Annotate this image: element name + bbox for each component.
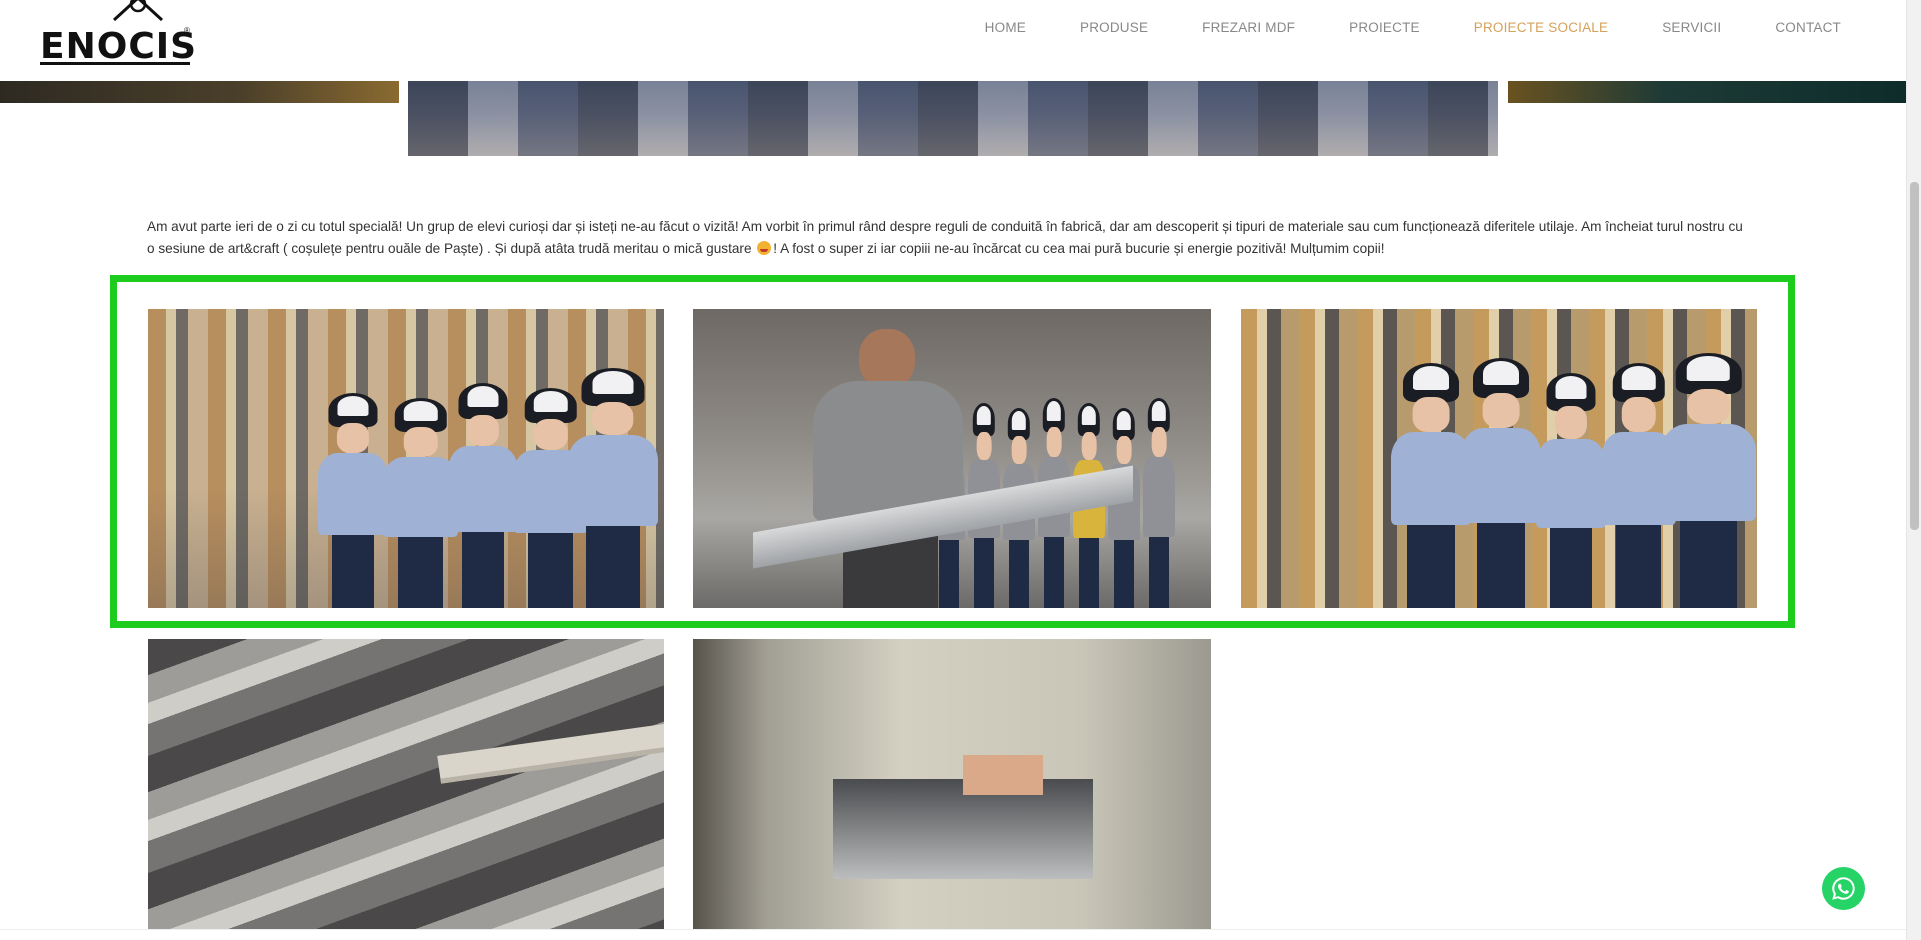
scrollbar-thumb[interactable] xyxy=(1910,182,1919,530)
carousel-current-image[interactable] xyxy=(408,81,1498,156)
gallery-photo-5[interactable] xyxy=(693,639,1211,930)
photo-figure xyxy=(318,393,388,608)
photo-figure xyxy=(1391,363,1471,608)
photo-figure xyxy=(448,383,518,608)
gallery-photo-1[interactable] xyxy=(148,309,664,608)
nav-produse[interactable]: PRODUSE xyxy=(1053,20,1175,36)
enocis-logo[interactable]: ENOCIS ® xyxy=(38,0,196,68)
page: ENOCIS ® HOME PRODUSE FREZARI MDF PROIEC… xyxy=(0,0,1921,940)
photo-figure xyxy=(383,398,458,608)
description-text-part-2: ! A fost o super zi iar copiii ne-au înc… xyxy=(773,241,1385,256)
logo-roof-icon xyxy=(112,0,164,22)
photo-figure xyxy=(1461,358,1541,608)
carousel-next-image[interactable] xyxy=(1508,81,1906,103)
photo-figure xyxy=(1661,353,1756,608)
carousel-prev-image[interactable] xyxy=(0,81,399,103)
whatsapp-icon xyxy=(1832,877,1855,900)
photo-panel-board xyxy=(437,722,664,784)
nav-home[interactable]: HOME xyxy=(958,20,1053,36)
nav-frezari-mdf[interactable]: FREZARI MDF xyxy=(1175,20,1322,36)
gallery-photo-4[interactable] xyxy=(148,639,664,930)
project-description: Am avut parte ieri de o zi cu totul spec… xyxy=(147,216,1747,260)
logo-registered-mark: ® xyxy=(184,26,190,35)
logo-text: ENOCIS xyxy=(40,26,198,67)
photo-figure xyxy=(568,368,658,608)
whatsapp-chat-button[interactable] xyxy=(1822,867,1865,910)
photo-cnc-machine xyxy=(833,755,1093,879)
nav-servicii[interactable]: SERVICII xyxy=(1635,20,1748,36)
nav-proiecte-sociale[interactable]: PROIECTE SOCIALE xyxy=(1447,20,1635,36)
photo-worker-figure xyxy=(813,329,963,608)
gallery-photo-2[interactable] xyxy=(693,309,1211,608)
main-navigation: HOME PRODUSE FREZARI MDF PROIECTE PROIEC… xyxy=(958,20,1841,36)
gallery-photo-3[interactable] xyxy=(1241,309,1757,608)
vertical-scrollbar[interactable] xyxy=(1906,0,1921,940)
photo-figure xyxy=(1536,373,1606,608)
nav-contact[interactable]: CONTACT xyxy=(1748,20,1841,36)
photo-figure xyxy=(1108,408,1140,608)
page-bottom-edge xyxy=(0,929,1906,940)
site-header: ENOCIS ® HOME PRODUSE FREZARI MDF PROIEC… xyxy=(0,0,1906,81)
heart-eyes-emoji-icon xyxy=(757,241,772,255)
photo-figure xyxy=(1143,398,1175,608)
nav-proiecte[interactable]: PROIECTE xyxy=(1322,20,1447,36)
logo-underline xyxy=(40,62,190,65)
